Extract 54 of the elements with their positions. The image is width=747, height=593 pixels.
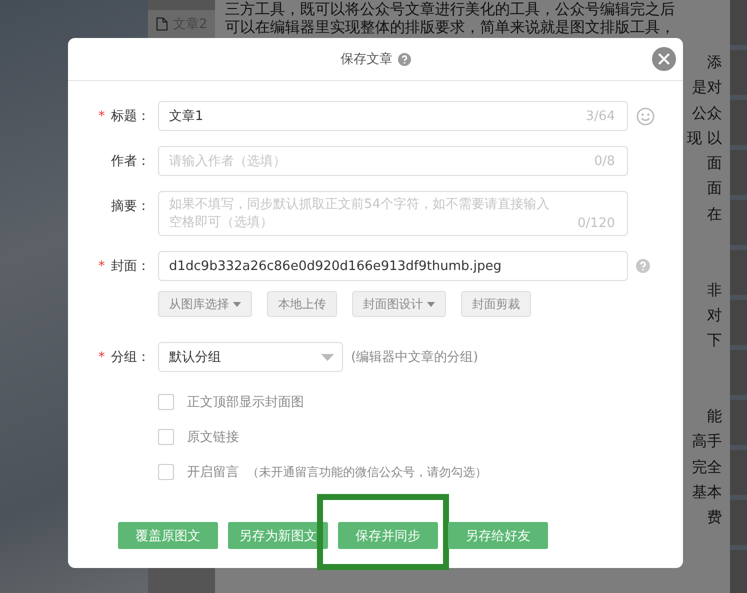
- article-text: 现 以: [687, 128, 722, 147]
- article-text: 可以在编辑器里实现整体的排版要求，简单来说就是图文排版工具，: [225, 18, 675, 36]
- cover-option-button[interactable]: 本地上传: [267, 291, 337, 317]
- field-label: 封面：: [111, 259, 150, 274]
- caret-icon: [321, 354, 334, 360]
- article-text: 在: [707, 204, 722, 223]
- close-icon: [658, 53, 670, 65]
- required-mark: *: [98, 259, 105, 274]
- article-text: 非: [707, 280, 722, 299]
- dialog-title: 保存文章: [340, 51, 392, 68]
- required-mark: *: [98, 109, 105, 124]
- article-text: 添: [707, 53, 722, 71]
- checkbox[interactable]: [158, 429, 174, 445]
- action-button[interactable]: 覆盖原图文: [118, 522, 218, 549]
- input-field[interactable]: 请输入作者（选填） 0/8: [158, 146, 628, 176]
- cover-option-button[interactable]: 封面剪裁: [461, 291, 531, 317]
- help-icon[interactable]: [636, 259, 650, 273]
- cover-option-button[interactable]: 封面图设计: [352, 291, 446, 317]
- article-text: 能: [707, 407, 722, 426]
- field-label: 作者：: [111, 154, 150, 169]
- checkbox-label: 原文链接: [187, 429, 239, 446]
- smiley-icon[interactable]: [636, 106, 655, 126]
- checkbox-label: 开启留言: [187, 464, 239, 481]
- action-button[interactable]: 另存给好友: [448, 522, 548, 549]
- input-field[interactable]: d1dc9b332a26c86e0d920d166e913df9thumb.jpeg: [158, 251, 628, 281]
- article-text: 公众: [692, 104, 722, 122]
- checkbox[interactable]: [158, 464, 174, 480]
- field-label: 摘要：: [111, 199, 150, 214]
- summary-field[interactable]: 如果不填写，同步默认抓取正文前54个字符，如不需要请直接输入空格即可（选填） 0/120: [158, 191, 628, 236]
- article-text: 费: [707, 508, 722, 526]
- action-button[interactable]: 另存为新图文: [228, 522, 328, 549]
- close-button[interactable]: [652, 47, 676, 71]
- field-label: 标题：: [111, 109, 150, 124]
- article-text: 完全: [692, 458, 722, 476]
- article-text: 对: [707, 306, 722, 324]
- checkbox-label: 正文顶部显示封面图: [187, 394, 304, 411]
- checkbox-note: （未开通留言功能的微信公众号，请勿勾选）: [247, 464, 487, 480]
- article-text: 三方工具，既可以将公众号文章进行美化的工具，公众号编辑完之后: [225, 0, 675, 18]
- group-hint: (编辑器中文章的分组): [351, 349, 478, 366]
- article-text: 面: [707, 179, 722, 198]
- article-text: 是对: [692, 78, 722, 96]
- article-text: 基本: [692, 483, 722, 502]
- group-select[interactable]: 默认分组: [158, 342, 343, 372]
- required-mark: *: [98, 350, 105, 365]
- document-icon: [156, 17, 168, 31]
- action-button[interactable]: 保存并同步: [338, 522, 438, 549]
- field-label: 分组：: [111, 350, 150, 365]
- help-icon[interactable]: [398, 52, 410, 66]
- article-text: 面: [707, 154, 722, 172]
- article-text: 高手: [692, 432, 722, 450]
- cover-option-button[interactable]: 从图库选择: [158, 291, 252, 317]
- checkbox[interactable]: [158, 394, 174, 410]
- article-text: 下: [707, 331, 722, 350]
- input-field[interactable]: 文章1 3/64: [158, 101, 628, 131]
